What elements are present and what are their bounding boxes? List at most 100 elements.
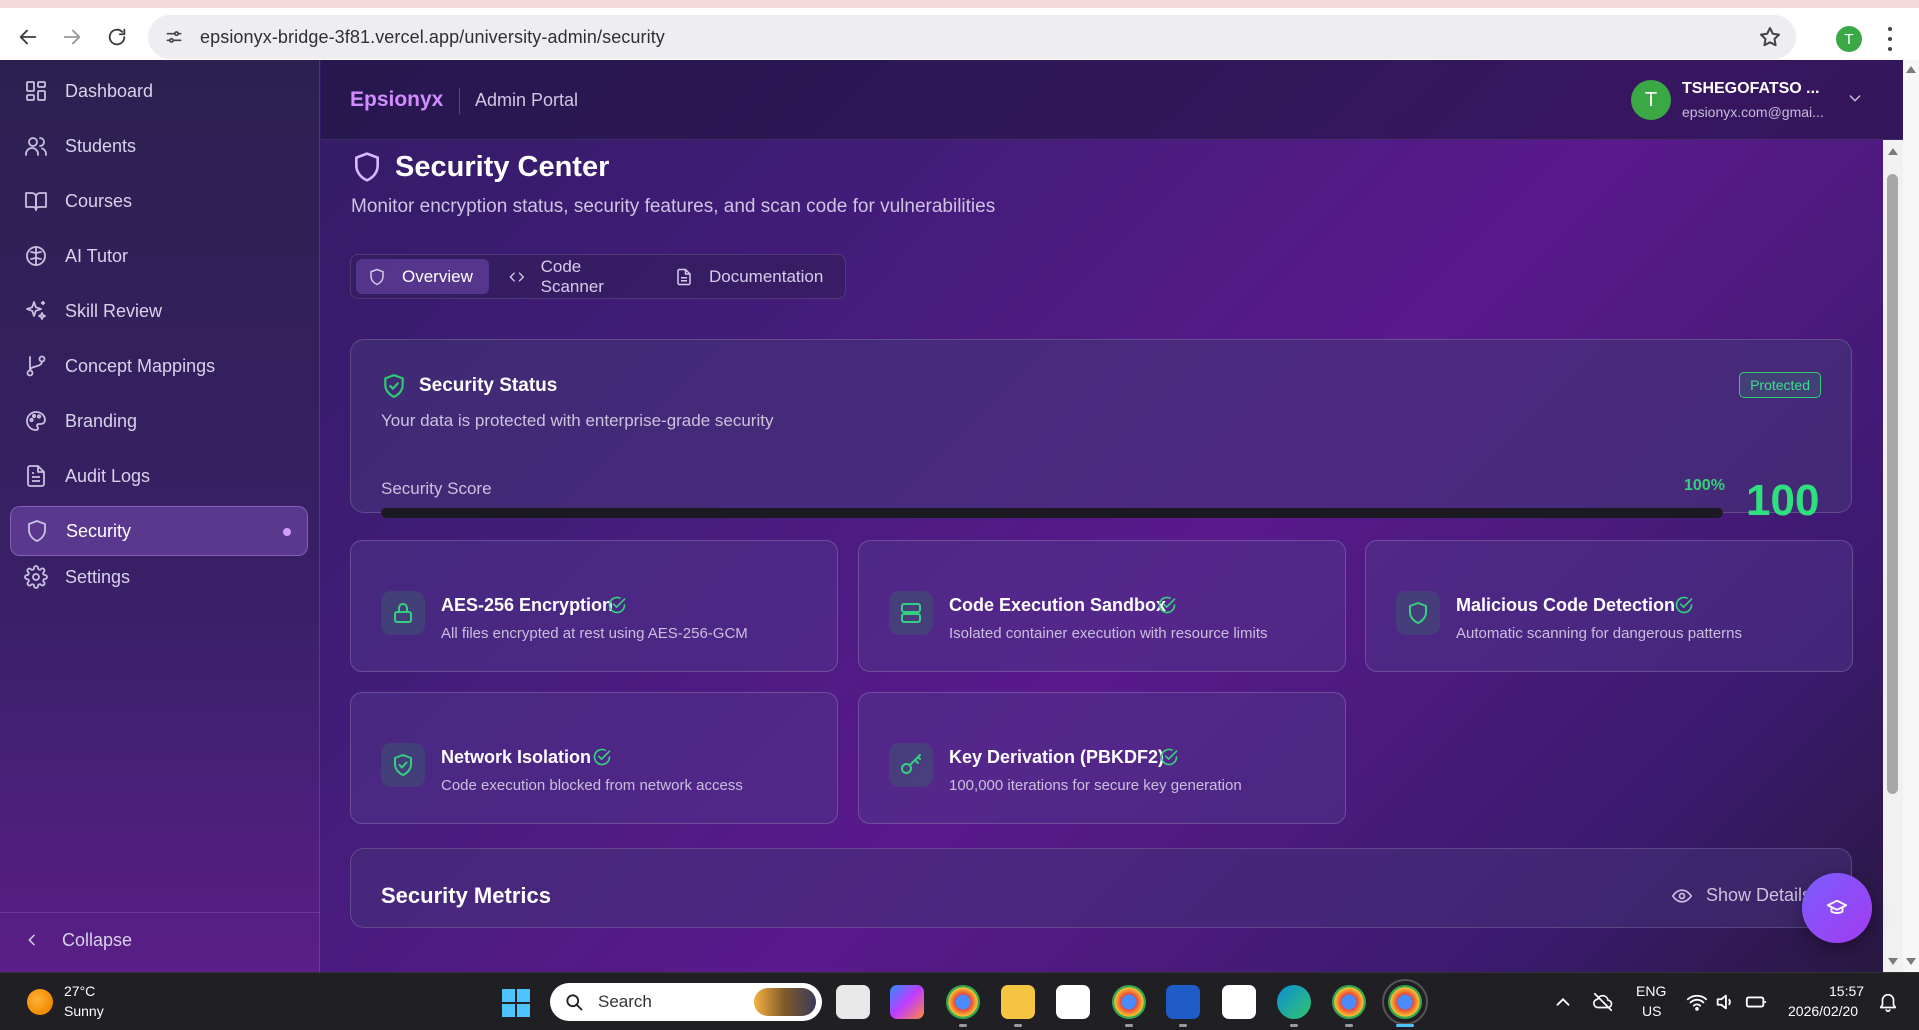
weather-sun-icon[interactable] — [27, 989, 53, 1015]
page-title: Security Center — [395, 150, 610, 183]
clock-time[interactable]: 15:57 — [1829, 983, 1864, 999]
ai-tutor-fab[interactable] — [1802, 873, 1872, 943]
battery-icon[interactable] — [1745, 991, 1767, 1013]
sidebar-item-concept-mappings[interactable]: Concept Mappings — [10, 341, 308, 391]
browser-menu-icon[interactable] — [1883, 24, 1897, 54]
copilot-icon[interactable] — [890, 985, 924, 1019]
chrome-profile-icon[interactable] — [1112, 985, 1146, 1019]
content-scrollbar[interactable] — [1883, 140, 1903, 972]
app-root: Dashboard Students Courses AI Tutor Skil… — [0, 60, 1919, 972]
feature-card-malicious-detection: Malicious Code Detection Automatic scann… — [1365, 540, 1853, 672]
address-bar[interactable]: epsionyx-bridge-3f81.vercel.app/universi… — [148, 15, 1796, 59]
sidebar-item-audit-logs[interactable]: Audit Logs — [10, 451, 308, 501]
tab-documentation[interactable]: Documentation — [663, 259, 838, 294]
feature-icon-box — [1396, 591, 1440, 635]
cloud-offline-icon[interactable] — [1592, 991, 1614, 1013]
sidebar-item-label: Branding — [65, 410, 138, 431]
file-icon — [677, 268, 691, 285]
sidebar-item-security[interactable]: Security — [10, 506, 308, 556]
scroll-down-arrow[interactable] — [1888, 958, 1898, 965]
feature-description: Code execution blocked from network acce… — [441, 777, 743, 794]
sidebar-item-skill-review[interactable]: Skill Review — [10, 286, 308, 336]
sidebar-item-label: Concept Mappings — [65, 355, 216, 376]
tab-overview[interactable]: Overview — [356, 259, 489, 294]
main-content: Security Center Monitor encryption statu… — [321, 140, 1883, 972]
portal-label: Admin Portal — [475, 90, 579, 110]
sidebar: Dashboard Students Courses AI Tutor Skil… — [0, 60, 320, 972]
taskbar-search[interactable]: Search — [550, 983, 822, 1021]
feature-icon-box — [381, 743, 425, 787]
feature-card-key-derivation: Key Derivation (PBKDF2) 100,000 iteratio… — [858, 692, 1346, 824]
browser-profile-avatar[interactable]: T — [1836, 26, 1862, 52]
task-view-icon[interactable] — [836, 985, 870, 1019]
forward-button[interactable] — [50, 15, 94, 59]
scrollbar-thumb[interactable] — [1887, 174, 1898, 794]
security-status-card: Security Status Your data is protected w… — [350, 339, 1852, 525]
user-email[interactable]: epsionyx.com@gmai... — [1682, 104, 1824, 120]
running-indicator — [1014, 1024, 1022, 1027]
sidebar-item-settings[interactable]: Settings — [10, 552, 308, 602]
check-circle-icon — [1158, 596, 1176, 614]
language-indicator[interactable]: ENG — [1636, 983, 1666, 999]
search-highlight-image — [754, 988, 816, 1016]
brain-icon — [26, 246, 46, 266]
search-icon — [566, 994, 583, 1011]
page-subtitle: Monitor encryption status, security feat… — [351, 196, 996, 217]
feature-icon-box — [889, 591, 933, 635]
sidebar-item-ai-tutor[interactable]: AI Tutor — [10, 231, 308, 281]
tab-code-scanner[interactable]: Code Scanner — [497, 257, 647, 296]
capcut-icon[interactable] — [1222, 985, 1256, 1019]
scroll-down-arrow[interactable] — [1906, 958, 1916, 965]
site-settings-icon[interactable] — [162, 25, 186, 49]
sidebar-item-dashboard[interactable]: Dashboard — [10, 66, 308, 116]
word-icon[interactable] — [1166, 985, 1200, 1019]
chrome-icon[interactable] — [946, 985, 980, 1019]
back-button[interactable] — [6, 15, 50, 59]
wifi-icon[interactable] — [1686, 991, 1708, 1013]
chevron-down-icon[interactable] — [1847, 90, 1863, 106]
collapse-sidebar-button[interactable]: Collapse — [24, 920, 132, 960]
app-header: Epsionyx Admin Portal T TSHEGOFATSO ... … — [321, 60, 1903, 140]
feature-title: Malicious Code Detection — [1456, 595, 1676, 615]
file-text-icon — [27, 465, 45, 487]
ms-store-icon[interactable] — [1056, 985, 1090, 1019]
score-percent: 100% — [1684, 477, 1725, 494]
region-indicator[interactable]: US — [1642, 1003, 1661, 1019]
scroll-up-arrow[interactable] — [1906, 66, 1916, 73]
weather-condition[interactable]: Sunny — [64, 1003, 104, 1019]
running-indicator — [1345, 1024, 1353, 1027]
notification-bell-icon[interactable] — [1877, 991, 1899, 1013]
sidebar-item-branding[interactable]: Branding — [10, 396, 308, 446]
sidebar-item-students[interactable]: Students — [10, 121, 308, 171]
clock-date[interactable]: 2026/02/20 — [1788, 1003, 1858, 1019]
file-explorer-icon[interactable] — [1001, 985, 1035, 1019]
windows-taskbar: 27°C Sunny Search ENG US 15:57 2026/02/2… — [0, 972, 1919, 1030]
chevron-up-icon[interactable] — [1552, 991, 1574, 1013]
status-header: Security Status — [381, 372, 557, 400]
shield-icon — [370, 268, 384, 285]
feature-icon-box — [381, 591, 425, 635]
chrome-active-icon[interactable] — [1382, 979, 1428, 1025]
chrome-profile-icon[interactable] — [1332, 985, 1366, 1019]
start-button[interactable] — [502, 989, 530, 1017]
sidebar-item-courses[interactable]: Courses — [10, 176, 308, 226]
page-scrollbar[interactable] — [1903, 60, 1919, 972]
show-details-button[interactable]: Show Details — [1671, 885, 1811, 906]
active-window-indicator — [1396, 1024, 1414, 1027]
server-icon — [901, 603, 921, 623]
users-icon — [25, 137, 47, 156]
feature-title: Key Derivation (PBKDF2) — [949, 747, 1165, 767]
url-text[interactable]: epsionyx-bridge-3f81.vercel.app/universi… — [200, 27, 665, 48]
tab-label: Documentation — [709, 266, 824, 286]
weather-temperature[interactable]: 27°C — [64, 983, 95, 999]
status-description: Your data is protected with enterprise-g… — [381, 411, 774, 430]
brand-logo[interactable]: Epsionyx — [350, 88, 443, 112]
scroll-up-arrow[interactable] — [1888, 148, 1898, 155]
user-avatar[interactable]: T — [1631, 80, 1671, 120]
bookmark-star-icon[interactable] — [1758, 25, 1782, 49]
edge-icon[interactable] — [1277, 985, 1311, 1019]
user-name[interactable]: TSHEGOFATSO ... — [1682, 80, 1820, 98]
sidebar-item-label: Students — [65, 135, 137, 156]
reload-button[interactable] — [95, 15, 139, 59]
volume-icon[interactable] — [1714, 991, 1736, 1013]
